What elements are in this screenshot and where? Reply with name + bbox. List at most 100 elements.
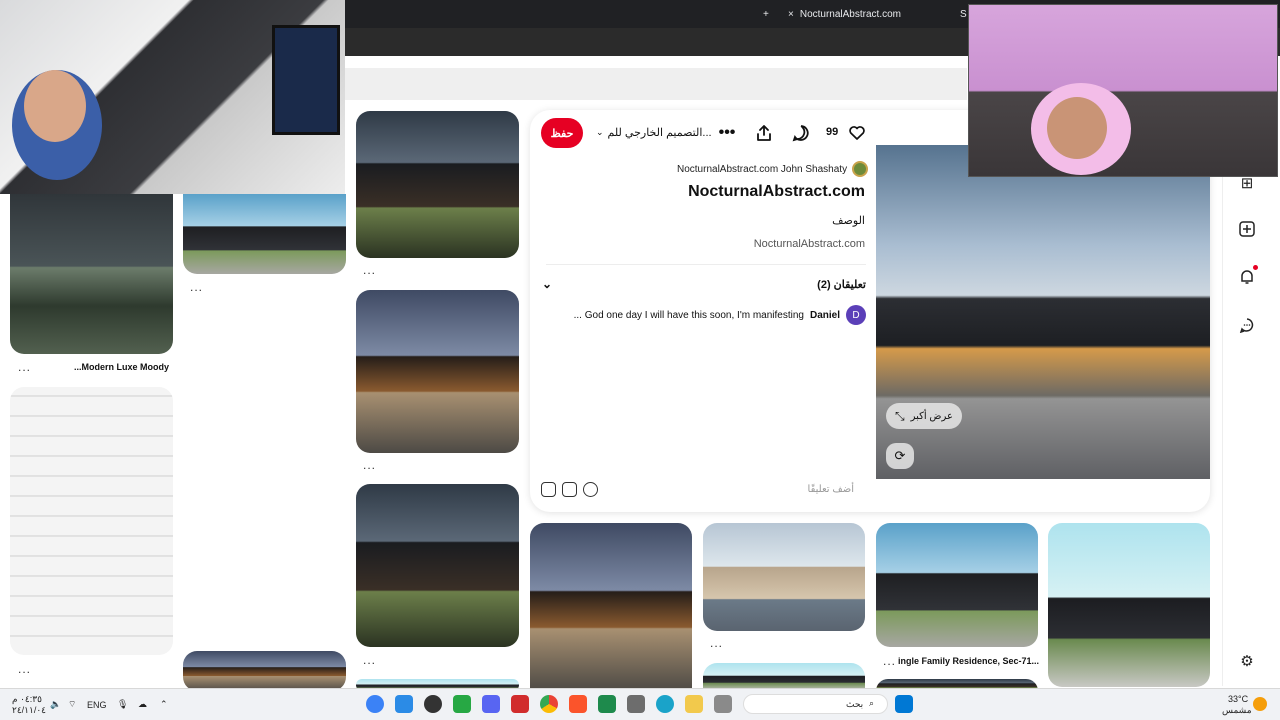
caption-single-family: ingle Family Residence, Sec-71... [898, 656, 1040, 666]
settings-icon[interactable]: ⚙ [1236, 650, 1258, 672]
tab-nocturnal[interactable]: × NocturnalAbstract.com [788, 4, 938, 24]
weather-desc[interactable]: مشمس [1222, 705, 1252, 716]
more-icon[interactable]: ... [363, 653, 376, 667]
more-icon[interactable]: ... [363, 263, 376, 277]
app-icon-1[interactable] [366, 695, 384, 713]
tab-title: NocturnalAbstract.com [799, 8, 901, 20]
author-name: NocturnalAbstract.com John Shashaty [677, 163, 848, 175]
clock-date[interactable]: ٢٤/١١/٠٤ [12, 705, 46, 716]
chrome-icon[interactable] [540, 695, 558, 713]
expand-icon: ⤡ [894, 408, 905, 423]
plus-icon[interactable] [1236, 218, 1258, 240]
heart-icon[interactable] [846, 122, 868, 144]
more-icon[interactable]: ... [363, 458, 376, 472]
more-icon[interactable]: ... [18, 360, 31, 374]
feed-image-roof[interactable] [183, 651, 346, 691]
guest-face [1047, 97, 1107, 159]
reaction-count: 99 [826, 126, 839, 138]
feed-image-villa-lit[interactable] [530, 523, 692, 691]
discord-icon[interactable] [482, 695, 500, 713]
notification-dot [1253, 265, 1258, 270]
emoji-icon[interactable] [583, 481, 598, 497]
comment-text: ... God one day I will have this soon, I… [573, 309, 804, 321]
comments-header[interactable]: ⌄ تعليقان (2) [542, 277, 866, 291]
screen: + × NocturnalAbstract.com S ... ...Moder… [0, 0, 1280, 720]
clock-time[interactable]: ٠٤:٣٥ م [12, 694, 42, 705]
pin-author[interactable]: NocturnalAbstract.com John Shashaty [677, 161, 869, 177]
start-icon[interactable] [895, 695, 913, 713]
more-icon[interactable]: ... [190, 280, 203, 294]
page-header-bar [345, 68, 967, 100]
app-icon-4[interactable] [453, 695, 471, 713]
streamer-face [24, 70, 86, 142]
source-link[interactable]: NocturnalAbstract.com [754, 238, 865, 250]
app-icon-3[interactable] [424, 695, 442, 713]
add-comment-input[interactable]: أضف تعليقًا [808, 484, 854, 495]
search-placeholder: بحث [846, 699, 864, 709]
right-rail [1222, 170, 1280, 686]
volume-icon[interactable]: 🔈 [50, 699, 61, 710]
board-name: التصميم الخارجي للم... [607, 127, 712, 139]
chat-icon[interactable] [1236, 314, 1258, 336]
feed-image-modern-house-1[interactable] [356, 111, 519, 258]
tab-close-icon[interactable]: × [788, 9, 794, 20]
monitor [272, 25, 340, 135]
comment-user[interactable]: Daniel [810, 310, 840, 321]
feed-image-pool-house[interactable] [183, 194, 346, 274]
folder-icon[interactable] [685, 695, 703, 713]
comments-count-label: تعليقان (2) [817, 278, 866, 291]
share-icon[interactable] [753, 122, 775, 144]
language-indicator[interactable]: ENG [87, 700, 107, 710]
save-button[interactable]: حفظ [541, 118, 583, 148]
taskbar-search[interactable] [743, 694, 888, 714]
app-icon-5[interactable] [598, 695, 616, 713]
wifi-icon[interactable]: ⌔ [68, 699, 76, 710]
chevron-down-icon: ⌄ [596, 127, 604, 137]
pin-title: NocturnalAbstract.com [688, 183, 865, 200]
avatar[interactable]: D [846, 305, 866, 325]
caption-modern-luxe: ...Modern Luxe Moody [74, 362, 170, 372]
board-selector[interactable]: ⌄ التصميم الخارجي للم... [596, 126, 712, 139]
app-icon-6[interactable] [714, 695, 732, 713]
feed-image-residence[interactable] [876, 523, 1038, 647]
new-tab-button[interactable]: + [763, 4, 769, 24]
more-icon[interactable]: ... [710, 636, 723, 650]
comment-tools [541, 481, 604, 497]
chevron-up-icon[interactable]: ⌃ [160, 699, 168, 710]
sun-icon[interactable] [1253, 697, 1267, 711]
webcam-overlay-left [0, 0, 345, 194]
store-icon[interactable] [627, 695, 645, 713]
webcam-overlay-right [968, 4, 1278, 177]
more-icon[interactable]: ••• [717, 124, 737, 142]
add-comment-bar[interactable]: أضف تعليقًا [541, 478, 866, 500]
divider [546, 264, 866, 265]
app-icon-2[interactable] [395, 695, 413, 713]
tab-second[interactable]: S [960, 4, 967, 24]
weather-temp[interactable]: 33°C [1228, 694, 1248, 704]
feed-image-modern-house-3[interactable] [356, 484, 519, 647]
enlarge-button[interactable]: ⤡ عرض أكبر [886, 403, 962, 429]
brave-icon[interactable] [569, 695, 587, 713]
more-icon[interactable]: ... [883, 654, 896, 668]
feed-image-patio[interactable] [10, 194, 173, 354]
comment-icon[interactable] [790, 122, 812, 144]
chevron-down-icon[interactable]: ⌄ [542, 277, 552, 291]
feed-image-modern-house-2[interactable] [356, 290, 519, 453]
cloud-icon[interactable]: ☁ [138, 699, 147, 710]
mic-icon[interactable]: 🎙 [117, 699, 128, 710]
edge-icon[interactable] [656, 695, 674, 713]
description-label: الوصف [832, 215, 865, 227]
avatar [852, 161, 869, 177]
feed-image-black-house[interactable] [1048, 523, 1210, 687]
search-icon: ⌕ [869, 698, 875, 708]
app-icon-3d[interactable] [511, 695, 529, 713]
sticker-icon[interactable] [562, 481, 577, 497]
more-icon[interactable]: ... [18, 662, 31, 676]
feed-image-next[interactable] [703, 663, 865, 691]
comment-item: ... God one day I will have this soon, I… [556, 305, 866, 325]
lens-icon[interactable]: ⟳ [886, 443, 914, 469]
enlarge-label: عرض أكبر [910, 410, 954, 422]
feed-image-floorplan[interactable] [10, 387, 173, 655]
gif-icon[interactable] [541, 481, 556, 497]
feed-image-villa-palms[interactable] [703, 523, 865, 631]
